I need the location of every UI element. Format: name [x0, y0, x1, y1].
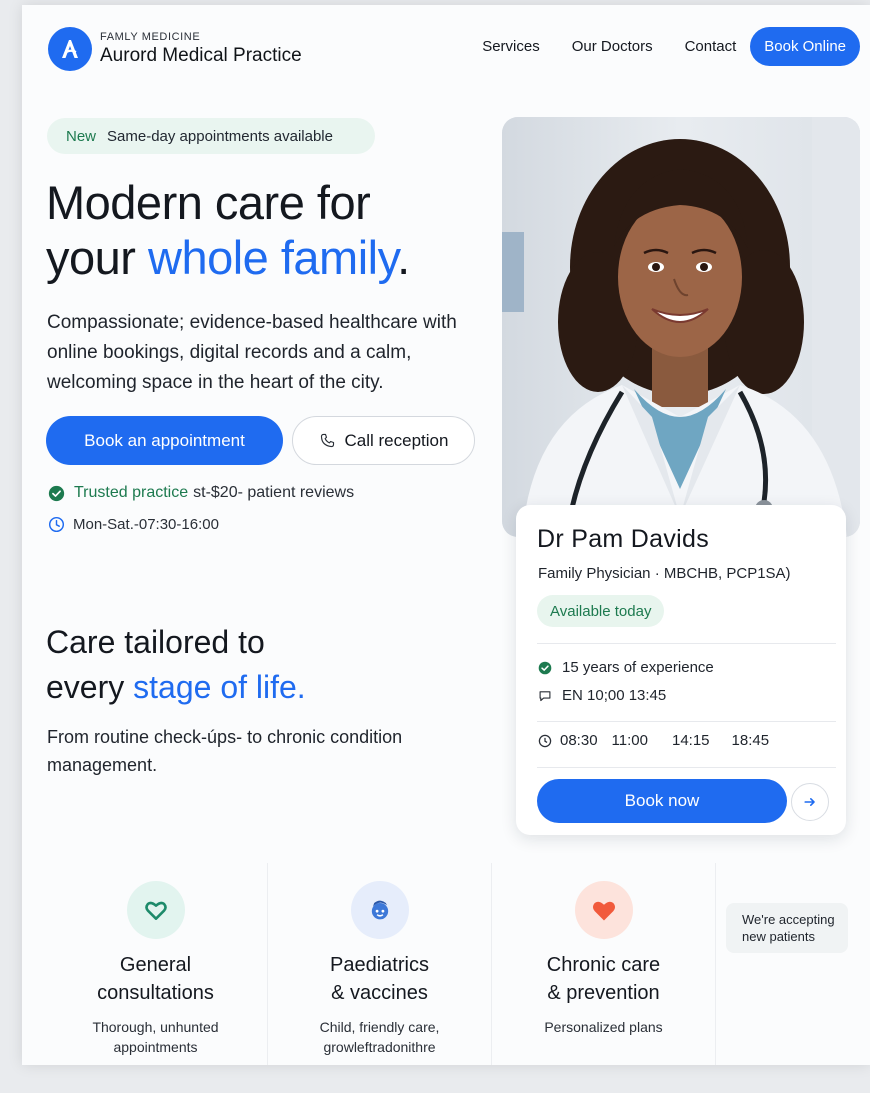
service-title: & vaccines	[331, 982, 428, 1004]
page: FAMLY MEDICINE Aurord Medical Practice S…	[22, 5, 870, 1065]
opening-hours: Mon-Sat.-07:30-16:00	[48, 516, 219, 533]
hero-title: Modern care for your whole family.	[46, 175, 410, 285]
book-online-button[interactable]: Book Online	[750, 27, 860, 66]
main-nav: Services Our Doctors Contact Book Online	[482, 27, 860, 66]
arrow-right-icon	[804, 798, 815, 806]
child-icon	[350, 881, 409, 939]
services-strip: General consultations Thorough, unhunted…	[44, 863, 848, 1065]
time-slots: 08:30 11:00 14:15 18:45	[538, 732, 783, 749]
card-divider	[537, 643, 836, 644]
section-description: From routine check-úps- to chronic condi…	[47, 727, 403, 775]
section-title-line2: every	[46, 669, 134, 705]
service-desc: growleftradonithre	[323, 1039, 436, 1055]
badge-text: Same-day appointments available	[107, 127, 333, 145]
call-reception-label: Call reception	[344, 430, 449, 450]
brand[interactable]: FAMLY MEDICINE Aurord Medical Practice	[48, 27, 302, 71]
service-desc: Personalized plans	[544, 1019, 663, 1035]
language-row: EN 10;00 13:45	[538, 687, 666, 704]
heart-outline-icon	[126, 881, 185, 939]
nav-contact[interactable]: Contact	[685, 38, 737, 55]
language-text: EN 10;00 13:45	[562, 687, 667, 704]
service-title: Chronic care	[546, 954, 661, 976]
accepting-panel: We're accepting new patients	[716, 863, 848, 1065]
time-slot[interactable]: 14:15	[672, 732, 710, 749]
book-now-button[interactable]: Book now	[537, 779, 787, 823]
accepting-line2: new patients	[742, 929, 815, 944]
hero-title-line2: your	[46, 231, 148, 284]
card-divider	[537, 721, 836, 722]
service-title: General	[119, 954, 192, 976]
phone-icon	[320, 433, 334, 448]
service-desc: appointments	[113, 1039, 198, 1055]
section-title-accent: stage of life.	[133, 669, 306, 705]
chat-icon	[539, 690, 551, 701]
service-desc: Thorough, unhunted	[92, 1019, 219, 1035]
doctor-role: Family Physician · MBCHB, PCP1SA)	[538, 565, 791, 582]
availability-badge: Available today	[537, 595, 665, 627]
service-title: consultations	[97, 982, 214, 1004]
accepting-patients-badge: We're accepting new patients	[726, 903, 848, 953]
time-slot[interactable]: 18:45	[732, 732, 770, 749]
trusted-practice-text: Trusted practice	[74, 484, 189, 501]
doctor-name: Dr Pam Davids	[537, 525, 709, 553]
check-circle-icon	[48, 485, 65, 501]
trust-line: Trusted practice st-$20- patient reviews	[48, 484, 354, 502]
book-appointment-button[interactable]: Book an appointment	[46, 416, 283, 465]
clock-icon	[538, 734, 552, 747]
time-slot[interactable]: 08:30	[560, 732, 598, 749]
doctor-card: Dr Pam Davids Family Physician · MBCHB, …	[516, 505, 846, 835]
doctor-photo	[502, 117, 860, 537]
nav-our-doctors[interactable]: Our Doctors	[572, 38, 653, 55]
logo-icon	[48, 27, 92, 71]
service-title: Paediatrics	[330, 954, 429, 976]
nav-services[interactable]: Services	[482, 38, 540, 55]
brand-name: Aurord Medical Practice	[100, 45, 302, 66]
card-divider	[537, 767, 836, 768]
hero-title-period: .	[397, 231, 410, 284]
hero-title-accent: whole family	[148, 231, 398, 284]
next-arrow-button[interactable]	[791, 783, 829, 821]
time-slot[interactable]: 11:00	[612, 732, 648, 749]
service-title: & prevention	[547, 982, 660, 1004]
new-tag: New	[66, 127, 97, 145]
hours-text: Mon-Sat.-07:30-16:00	[73, 516, 219, 533]
same-day-badge: New Same-day appointments available	[47, 118, 375, 154]
service-chronic-care[interactable]: Chronic care & prevention Personalized p…	[492, 863, 716, 1065]
experience-text: 15 years of experience	[562, 659, 714, 676]
reviews-text: st-$20- patient reviews	[193, 484, 355, 501]
hero-title-line1: Modern care for	[46, 176, 371, 229]
call-reception-button[interactable]: Call reception	[292, 416, 475, 465]
experience-row: 15 years of experience	[538, 659, 714, 676]
section-title-line1: Care tailored to	[46, 624, 265, 660]
service-paediatrics[interactable]: Paediatrics & vaccines Child, friendly c…	[268, 863, 492, 1065]
hero-description: Compassionate; evidence-based healthcare…	[47, 312, 457, 393]
brand-kicker: FAMLY MEDICINE	[100, 31, 201, 43]
service-desc: Child, friendly care,	[319, 1019, 440, 1035]
heart-icon	[574, 881, 633, 939]
service-general[interactable]: General consultations Thorough, unhunted…	[44, 863, 268, 1065]
check-circle-icon	[538, 661, 552, 674]
accepting-line1: We're accepting	[742, 912, 835, 927]
clock-icon	[48, 516, 65, 533]
section-title: Care tailored to every stage of life.	[46, 620, 306, 710]
